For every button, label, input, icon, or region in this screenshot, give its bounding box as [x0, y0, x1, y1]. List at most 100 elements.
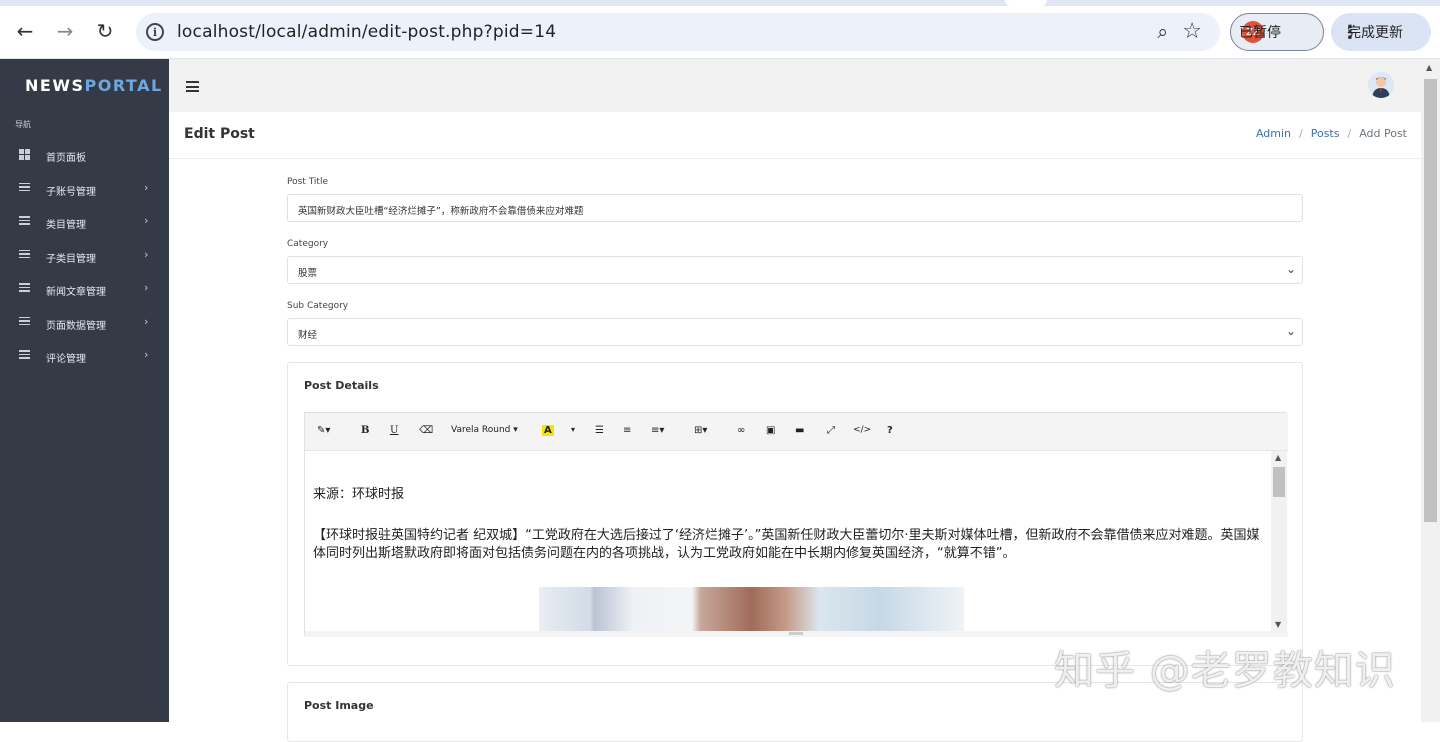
resize-handle-icon[interactable]	[789, 632, 803, 635]
sidebar-item-label: 子账号管理	[46, 186, 96, 198]
editor-toolbar: ✎▾ B U ⌫ Varela Round ▾ A ▾ ☰ ≡ ≡▾ ⊞▾ ∞ …	[305, 413, 1288, 451]
post-title-label: Post Title	[287, 177, 328, 187]
video-icon[interactable]: ▬	[795, 425, 804, 436]
editor-scrollbar[interactable]: ▲ ▼	[1271, 451, 1287, 631]
sidebar-item-label: 类目管理	[46, 220, 86, 231]
clear-format-icon[interactable]: ⌫	[419, 425, 433, 436]
page-scrollbar[interactable]: ▲	[1421, 59, 1440, 722]
link-icon[interactable]: ∞	[737, 425, 745, 436]
chevron-down-icon: ⌄	[1285, 262, 1296, 276]
category-select[interactable]: 股票 ⌄	[287, 256, 1303, 284]
table-icon[interactable]: ⊞▾	[694, 425, 707, 436]
page-title: Edit Post	[184, 126, 255, 142]
chevron-right-icon: ›	[144, 281, 149, 294]
content-body-text: 【环球时报驻英国特约记者 纪双城】“工党政府在大选后接过了‘经济烂摊子’。”英国…	[313, 528, 1260, 561]
chevron-right-icon: ›	[144, 314, 149, 328]
chevron-right-icon: ›	[144, 348, 149, 361]
help-icon[interactable]: ?	[887, 425, 893, 436]
breadcrumb-posts[interactable]: Posts	[1311, 127, 1340, 140]
subcategory-select[interactable]: 财经 ⌄	[287, 318, 1303, 346]
page-scroll-thumb[interactable]	[1424, 79, 1437, 522]
logo[interactable]: NEWSPORTAL	[25, 76, 163, 95]
font-family-value: Varela Round	[451, 425, 511, 435]
sidebar-item-label: 评论管理	[46, 354, 86, 365]
scroll-up-icon[interactable]: ▲	[1275, 453, 1281, 462]
chevron-right-icon: ›	[144, 180, 149, 194]
list-icon	[19, 182, 30, 194]
tab-notch	[1005, 0, 1047, 6]
post-details-label: Post Details	[304, 379, 379, 392]
list-icon	[19, 216, 30, 227]
dashboard-icon	[19, 149, 30, 160]
breadcrumb-current: Add Post	[1359, 127, 1407, 140]
tab-strip	[0, 0, 1440, 6]
editor-resize-bar[interactable]	[305, 631, 1288, 637]
sidebar-item-dashboard[interactable]: 首页面板	[0, 138, 169, 172]
sidebar-item-comments[interactable]: 评论管理 ›	[0, 339, 169, 373]
reload-icon[interactable]: ↻	[92, 18, 118, 44]
chevron-down-icon: ⌄	[1285, 324, 1296, 338]
bold-icon[interactable]: B	[361, 425, 369, 436]
logo-part-portal: PORTAL	[84, 76, 163, 95]
nav-heading: 导航	[15, 120, 31, 129]
sidebar: NEWSPORTAL 导航 首页面板 子账号管理 › 类目管理 › 子类目管理 …	[0, 59, 169, 722]
zoom-icon[interactable]: ⌕	[1157, 21, 1168, 43]
breadcrumb-separator: /	[1347, 127, 1352, 140]
magic-style-icon[interactable]: ✎▾	[317, 425, 330, 436]
font-color-icon[interactable]: A	[542, 425, 554, 436]
hamburger-menu-icon[interactable]	[186, 81, 199, 95]
bookmark-star-icon[interactable]: ☆	[1182, 19, 1202, 44]
sidebar-item-articles[interactable]: 新闻文章管理 ›	[0, 272, 169, 306]
sidebar-item-subaccounts[interactable]: 子账号管理 ›	[0, 172, 169, 206]
breadcrumb: Admin / Posts / Add Post	[1256, 127, 1407, 140]
code-view-icon[interactable]: </>	[853, 425, 871, 435]
post-title-input[interactable]: 英国新财政大臣吐槽“经济烂摊子”，称新政府不会靠借债来应对难题	[287, 194, 1303, 222]
logo-part-news: NEWS	[25, 76, 85, 95]
top-navbar	[169, 59, 1421, 112]
rich-text-editor: ✎▾ B U ⌫ Varela Round ▾ A ▾ ☰ ≡ ≡▾ ⊞▾ ∞ …	[304, 412, 1288, 637]
breadcrumb-separator: /	[1299, 127, 1303, 140]
sidebar-item-label: 页面数据管理	[46, 320, 106, 332]
back-icon[interactable]: ←	[12, 18, 38, 44]
profile-paused-button[interactable]: ZZ 已暂停	[1230, 13, 1324, 51]
content-source-text: 来源：环球时报	[313, 487, 405, 502]
forward-icon[interactable]: →	[52, 18, 78, 44]
browser-chrome: ← → ↻ i localhost/local/admin/edit-post.…	[0, 0, 1440, 59]
editor-scroll-thumb[interactable]	[1273, 467, 1285, 497]
user-avatar[interactable]	[1368, 72, 1394, 98]
post-details-card: Post Details ✎▾ B U ⌫ Varela Round ▾ A ▾…	[287, 362, 1303, 666]
scroll-down-icon[interactable]: ▼	[1275, 620, 1281, 629]
breadcrumb-admin[interactable]: Admin	[1256, 127, 1291, 140]
subcategory-selected-value: 财经	[298, 330, 318, 341]
site-info-icon[interactable]: i	[146, 23, 164, 41]
list-icon	[19, 249, 30, 261]
color-dropdown-icon[interactable]: ▾	[571, 425, 575, 434]
update-button[interactable]: 完成更新 ⋮	[1331, 13, 1431, 51]
ordered-list-icon[interactable]: ≡	[623, 425, 631, 436]
subcategory-label: Sub Category	[287, 301, 349, 311]
list-icon	[19, 316, 30, 328]
scroll-up-icon[interactable]: ▲	[1426, 63, 1432, 72]
image-icon[interactable]: ▣	[766, 425, 775, 436]
sidebar-item-label: 新闻文章管理	[46, 287, 106, 298]
chevron-right-icon: ›	[144, 214, 149, 227]
list-icon	[19, 283, 30, 294]
underline-icon[interactable]: U	[390, 425, 398, 436]
unordered-list-icon[interactable]: ☰	[595, 425, 604, 436]
editor-content[interactable]: 来源：环球时报 【环球时报驻英国特约记者 纪双城】“工党政府在大选后接过了‘经济…	[305, 451, 1271, 631]
paragraph-align-icon[interactable]: ≡▾	[651, 425, 664, 436]
category-selected-value: 股票	[298, 268, 318, 279]
fullscreen-icon[interactable]: ⤢	[827, 425, 835, 436]
chevron-right-icon: ›	[144, 247, 149, 261]
sidebar-item-pages[interactable]: 页面数据管理 ›	[0, 306, 169, 340]
sidebar-item-subcategories[interactable]: 子类目管理 ›	[0, 239, 169, 273]
url-text[interactable]: localhost/local/admin/edit-post.php?pid=…	[177, 22, 556, 42]
font-family-dropdown[interactable]: Varela Round ▾	[451, 425, 518, 435]
update-label: 完成更新	[1347, 25, 1403, 41]
address-bar[interactable]: i localhost/local/admin/edit-post.php?pi…	[136, 13, 1220, 51]
sidebar-item-label: 子类目管理	[46, 253, 96, 265]
category-label: Category	[287, 239, 329, 249]
sidebar-menu: 首页面板 子账号管理 › 类目管理 › 子类目管理 › 新闻文章管理 › 页面数…	[0, 138, 169, 373]
sidebar-item-label: 首页面板	[46, 153, 86, 164]
sidebar-item-categories[interactable]: 类目管理 ›	[0, 205, 169, 239]
